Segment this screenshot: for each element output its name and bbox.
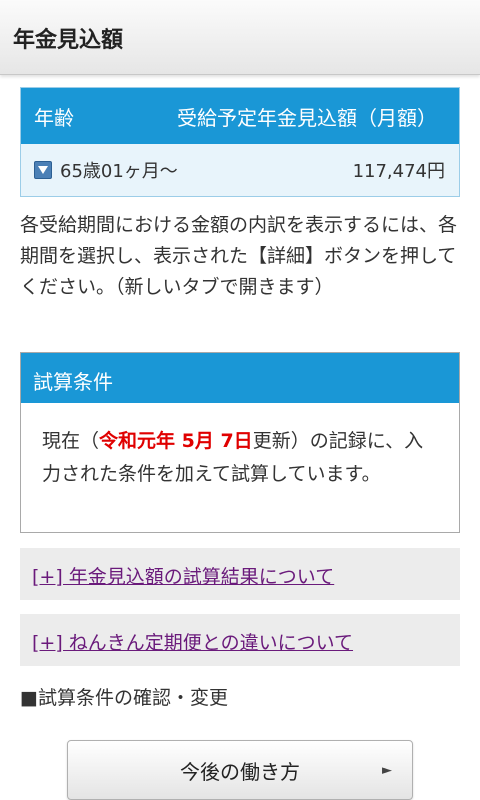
section-label-conditions: ■試算条件の確認・変更 <box>20 687 228 709</box>
calculation-conditions-box: 試算条件 現在（令和元年 5月 7日更新）の記録に、入力された条件を加えて試算し… <box>20 352 460 533</box>
link-calc-results[interactable]: [+] 年金見込額の試算結果について <box>32 566 334 588</box>
expand-toggle-icon[interactable] <box>34 161 52 179</box>
future-work-button[interactable]: 今後の働き方 ► <box>67 740 413 800</box>
conditions-update-date: 令和元年 5月 7日 <box>99 430 253 452</box>
instruction-text: 各受給期間における金額の内訳を表示するには、各期間を選択し、表示された【詳細】ボ… <box>20 214 458 298</box>
future-work-button-label: 今後の働き方 <box>180 759 300 784</box>
conditions-body: 現在（令和元年 5月 7日更新）の記録に、入力された条件を加えて試算しています。 <box>21 403 459 491</box>
pension-period-row[interactable]: 65歳01ヶ月〜 117,474円 <box>21 144 459 196</box>
link-box-difference: [+] ねんきん定期便との違いについて <box>20 614 460 666</box>
column-header-amount: 受給予定年金見込額（月額） <box>177 105 437 130</box>
row-amount-value: 117,474円 <box>352 161 445 182</box>
app-header: 年金見込額 <box>0 0 480 75</box>
column-header-age: 年齢 <box>34 105 74 130</box>
page-title: 年金見込額 <box>13 28 124 53</box>
conditions-title: 試算条件 <box>21 353 459 403</box>
link-difference-teikibin[interactable]: [+] ねんきん定期便との違いについて <box>32 632 353 654</box>
row-age-label: 65歳01ヶ月〜 <box>60 161 178 182</box>
arrow-right-icon: ► <box>382 763 392 778</box>
conditions-text-before: 現在（ <box>42 430 100 452</box>
pension-table: 年齢 受給予定年金見込額（月額） 65歳01ヶ月〜 117,474円 <box>20 87 460 197</box>
link-box-results: [+] 年金見込額の試算結果について <box>20 548 460 600</box>
row-age-cell: 65歳01ヶ月〜 <box>34 157 178 183</box>
pension-table-header: 年齢 受給予定年金見込額（月額） <box>21 88 459 144</box>
